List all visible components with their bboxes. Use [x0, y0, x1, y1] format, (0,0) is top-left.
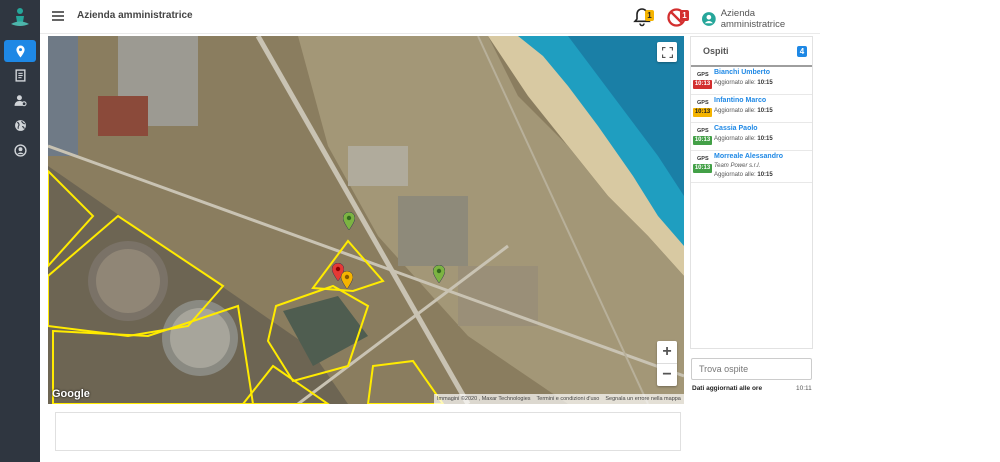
user-name: Azienda amministratrice — [720, 8, 786, 30]
sidebar — [0, 0, 40, 462]
map-pin-yellow-icon[interactable] — [341, 271, 353, 289]
guest-name[interactable]: Bianchi Umberto — [714, 69, 770, 76]
user-settings-icon — [14, 94, 27, 106]
updated-time: 10:15 — [757, 108, 773, 114]
map-attribution: Immagini ©2020 , Maxar Technologies Term… — [434, 394, 684, 404]
updated-time: 10:15 — [757, 136, 773, 142]
terms-link[interactable]: Termini e condizioni d'uso — [537, 394, 600, 404]
guest-updated: Aggiornato alle: 10:15 — [714, 172, 773, 178]
document-icon — [14, 68, 26, 82]
report-error-link[interactable]: Segnala un errore nella mappa — [605, 394, 681, 404]
guest-list-item[interactable]: GPS 10:13 Cassia Paolo Aggiornato alle: 10:… — [691, 123, 812, 151]
guest-name[interactable]: Morreale Alessandro — [714, 153, 783, 160]
google-logo: Google — [52, 388, 90, 400]
sidebar-item-map[interactable] — [4, 40, 36, 62]
gps-label: GPS — [697, 156, 709, 162]
guest-company: Team Power s.r.l. — [714, 163, 761, 169]
guests-panel-header: Ospiti 4 — [691, 37, 812, 67]
data-updated-label: Dati aggiornati alle ore — [692, 385, 763, 392]
sidebar-item-documents[interactable] — [4, 64, 36, 86]
guest-search-input[interactable] — [691, 358, 812, 380]
sidebar-item-world[interactable] — [4, 114, 36, 136]
satellite-imagery — [48, 36, 684, 404]
updated-prefix: Aggiornato alle: — [714, 136, 756, 142]
last-position-time-badge: 10:13 — [693, 164, 712, 173]
last-position-time-badge: 10:13 — [693, 80, 712, 89]
updated-prefix: Aggiornato alle: — [714, 80, 756, 86]
user-avatar-icon — [702, 12, 716, 26]
page-title: Azienda amministratrice — [77, 10, 193, 21]
gps-label: GPS — [697, 72, 709, 78]
updated-prefix: Aggiornato alle: — [714, 172, 756, 178]
guest-updated: Aggiornato alle: 10:15 — [714, 136, 773, 142]
guest-updated: Aggiornato alle: 10:15 — [714, 80, 773, 86]
guest-list: GPS 10:13 Bianchi Umberto Aggiornato alle: … — [691, 67, 812, 183]
guest-list-item[interactable]: GPS 10:13 Bianchi Umberto Aggiornato alle: … — [691, 67, 812, 95]
zoom-in-button[interactable]: + — [657, 341, 677, 363]
user-menu[interactable]: Azienda amministratrice — [702, 8, 820, 30]
sidebar-item-profile[interactable] — [4, 139, 36, 161]
imagery-credit: Immagini ©2020 , Maxar Technologies — [437, 396, 531, 402]
top-bar: Azienda amministratrice 1 1 Azienda ammi… — [40, 0, 820, 34]
guests-panel: Ospiti 4 GPS 10:13 Bianchi Umberto Aggiorna… — [690, 36, 813, 349]
updated-time: 10:15 — [757, 172, 773, 178]
gps-label: GPS — [697, 128, 709, 134]
notification-badge: 1 — [645, 10, 654, 21]
data-updated-time: 10:11 — [796, 385, 812, 392]
last-position-time-badge: 10:13 — [693, 108, 712, 117]
details-box — [55, 412, 681, 451]
notifications-button[interactable]: 1 — [633, 6, 655, 28]
map-view[interactable]: + − Google Immagini ©2020 , Maxar Techno… — [48, 36, 684, 404]
updated-prefix: Aggiornato alle: — [714, 108, 756, 114]
map-pin-green-icon[interactable] — [343, 212, 355, 230]
globe-icon — [14, 119, 26, 131]
updated-time: 10:15 — [757, 80, 773, 86]
zoom-out-button[interactable]: − — [657, 364, 677, 386]
guest-name[interactable]: Cassia Paolo — [714, 125, 758, 132]
guests-title: Ospiti — [703, 46, 729, 56]
blocked-badge: 1 — [680, 10, 689, 21]
app-logo-icon — [11, 8, 29, 26]
guest-list-item[interactable]: GPS 10:13 Infantino Marco Aggiornato alle: … — [691, 95, 812, 123]
fullscreen-button[interactable] — [657, 42, 677, 62]
guest-name[interactable]: Infantino Marco — [714, 97, 766, 104]
location-pin-icon — [15, 45, 25, 57]
blocked-button[interactable]: 1 — [667, 6, 691, 28]
sidebar-item-users[interactable] — [4, 89, 36, 111]
guest-updated: Aggiornato alle: 10:15 — [714, 108, 773, 114]
zoom-control: + − — [657, 341, 677, 386]
fullscreen-icon — [661, 46, 673, 58]
menu-toggle-icon[interactable] — [52, 11, 64, 21]
user-circle-icon — [13, 143, 27, 157]
map-pin-green-icon[interactable] — [433, 265, 445, 283]
guest-list-item[interactable]: GPS 10:13 Morreale Alessandro Team Power s.… — [691, 151, 812, 183]
gps-label: GPS — [697, 100, 709, 106]
guests-count-badge: 4 — [797, 46, 807, 57]
last-position-time-badge: 10:13 — [693, 136, 712, 145]
